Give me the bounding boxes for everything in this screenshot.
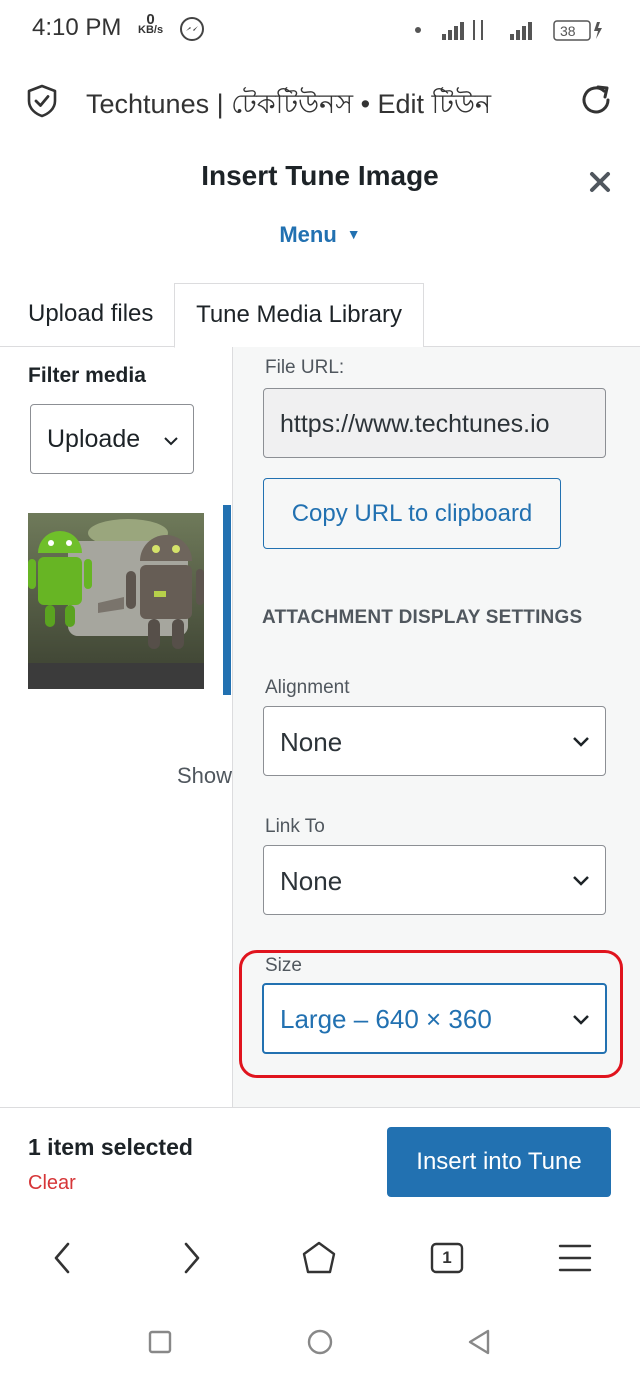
menu-label: Menu <box>279 222 337 247</box>
tab-upload-files[interactable]: Upload files <box>28 283 153 347</box>
annotation-highlight <box>239 950 623 1078</box>
notification-dot-icon <box>415 27 421 33</box>
reload-icon[interactable] <box>578 82 614 118</box>
modal-title: Insert Tune Image <box>201 160 439 191</box>
media-tabs: Upload files Tune Media Library <box>0 283 640 348</box>
data-arrows-icon <box>473 20 483 40</box>
alignment-label: Alignment <box>265 677 350 698</box>
display-settings-heading: ATTACHMENT DISPLAY SETTINGS <box>262 607 583 628</box>
file-url-label: File URL: <box>265 357 345 378</box>
status-indicators: 38 <box>415 20 602 41</box>
link-to-value: None <box>280 866 343 896</box>
filter-media-label: Filter media <box>28 364 146 387</box>
network-speed-unit: KB/s <box>138 24 164 36</box>
signal-icon <box>442 22 464 40</box>
media-thumbnail-android[interactable] <box>28 513 204 689</box>
alignment-value: None <box>280 727 343 757</box>
copy-url-button[interactable]: Copy URL to clipboard <box>263 478 561 549</box>
alignment-select[interactable]: None <box>263 706 606 776</box>
show-label: Show <box>177 763 233 788</box>
menu-toggle[interactable]: Menu ▼ <box>0 222 640 248</box>
triangle-back-icon[interactable] <box>464 1326 496 1358</box>
insert-into-tune-button[interactable]: Insert into Tune <box>387 1127 611 1197</box>
battery-level: 38 <box>560 23 576 39</box>
link-to-label: Link To <box>265 816 325 837</box>
back-icon[interactable] <box>46 1240 82 1276</box>
charging-icon <box>594 22 602 39</box>
square-icon[interactable] <box>144 1326 176 1358</box>
status-time: 4:10 PM <box>32 14 122 41</box>
forward-icon[interactable] <box>174 1240 210 1276</box>
selected-indicator <box>223 505 231 695</box>
selection-count: 1 item selected <box>28 1134 193 1160</box>
signal-2-icon <box>510 22 532 40</box>
tabs-button[interactable]: 1 <box>429 1240 465 1276</box>
tab-media-library[interactable]: Tune Media Library <box>174 283 424 348</box>
file-url-value: https://www.techtunes.io <box>280 410 550 438</box>
chevron-down-icon <box>573 876 589 886</box>
chevron-down-icon <box>164 437 178 446</box>
network-speed: 0 KB/s <box>138 12 164 36</box>
menu-icon[interactable] <box>557 1240 593 1276</box>
clear-selection-link[interactable]: Clear <box>28 1172 76 1195</box>
home-icon[interactable] <box>301 1240 337 1276</box>
filter-media-value: Uploade <box>47 425 141 453</box>
messenger-icon <box>180 17 204 41</box>
file-url-field[interactable]: https://www.techtunes.io <box>263 388 606 458</box>
filter-media-select[interactable]: Uploade <box>30 404 194 474</box>
tab-count: 1 <box>442 1248 452 1267</box>
chevron-down-icon <box>573 737 589 747</box>
close-icon[interactable] <box>584 166 616 198</box>
link-to-select[interactable]: None <box>263 845 606 915</box>
android-figures-image <box>28 513 204 689</box>
circle-icon[interactable] <box>304 1326 336 1358</box>
page-title[interactable]: Techtunes | টেকটিউনস • Edit টিউন <box>86 84 491 129</box>
shield-check-icon[interactable] <box>26 84 58 118</box>
caret-down-icon: ▼ <box>346 226 361 242</box>
